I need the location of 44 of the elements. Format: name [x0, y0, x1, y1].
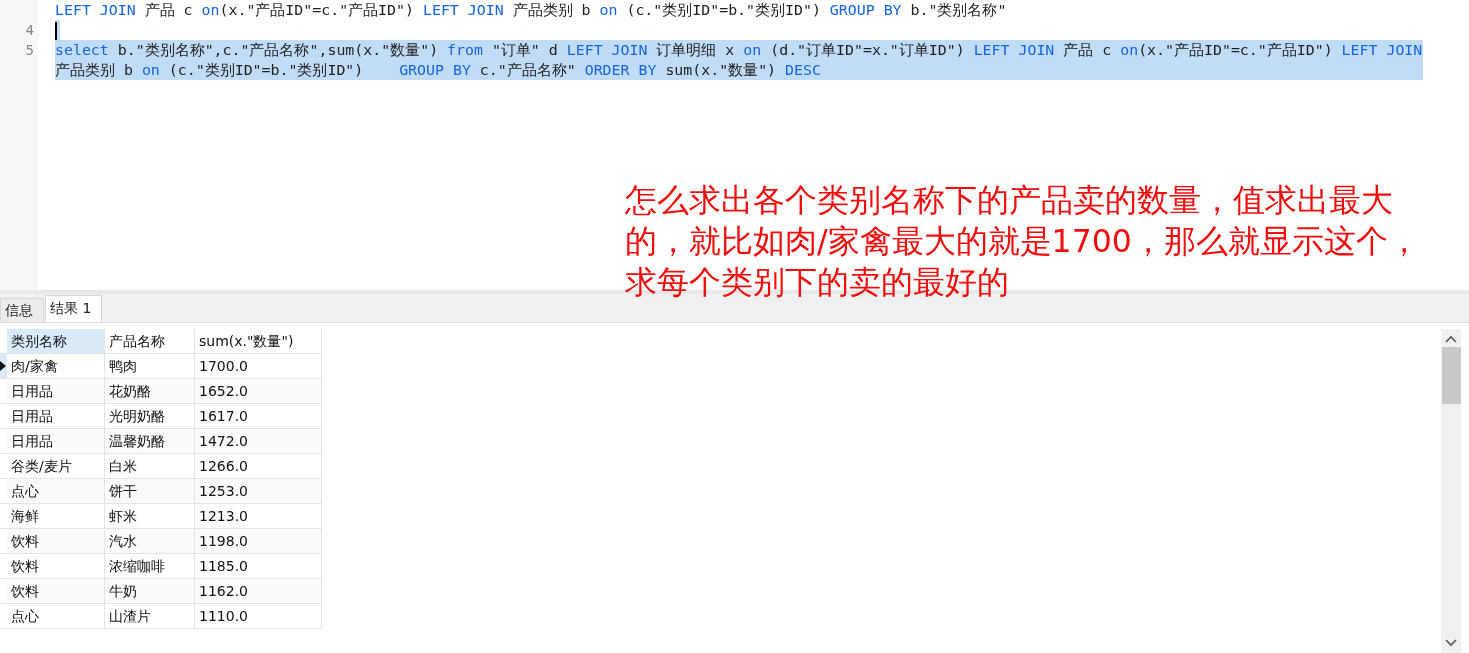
table-cell: 温馨奶酪 [105, 429, 195, 454]
table-cell: 光明奶酪 [105, 404, 195, 429]
line-number: 4 [24, 21, 35, 40]
table-cell: 汽水 [105, 529, 195, 554]
table-cell: 饼干 [105, 479, 195, 504]
result-tab[interactable]: 信息 [0, 298, 44, 322]
table-cell: 海鲜 [7, 504, 105, 529]
table-cell: 白米 [105, 454, 195, 479]
table-cell: 虾米 [105, 504, 195, 529]
table-cell: 饮料 [7, 554, 105, 579]
table-cell: 谷类/麦片 [7, 454, 105, 479]
table-cell: 1472.0 [195, 429, 322, 454]
table-cell: 1110.0 [195, 604, 322, 629]
code-line: LEFT JOIN 产品 c on(x."产品ID"=c."产品ID") LEFT JOIN 产品类别 b on (c."类别ID"=b."类别ID") GROUP BY b."类别名称" [55, 0, 1008, 20]
table-cell: 山渣片 [105, 604, 195, 629]
table-cell: 1253.0 [195, 479, 322, 504]
column-header[interactable]: 类别名称 [7, 329, 105, 354]
table-cell: 日用品 [7, 429, 105, 454]
table-cell: 1198.0 [195, 529, 322, 554]
table-cell: 1617.0 [195, 404, 322, 429]
result-tab[interactable]: 结果 1 [45, 295, 103, 322]
table-cell: 点心 [7, 604, 105, 629]
column-header[interactable]: sum(x."数量") [195, 329, 322, 354]
table-cell: 点心 [7, 479, 105, 504]
scroll-thumb[interactable] [1441, 347, 1461, 404]
table-cell: 1652.0 [195, 379, 322, 404]
table-cell: 花奶酪 [105, 379, 195, 404]
table-cell: 牛奶 [105, 579, 195, 604]
table-cell: 鸭肉 [105, 354, 195, 379]
table-cell: 浓缩咖啡 [105, 554, 195, 579]
table-cell: 1213.0 [195, 504, 322, 529]
table-cell: 饮料 [7, 529, 105, 554]
table-cell: 饮料 [7, 579, 105, 604]
vertical-scrollbar[interactable] [1441, 329, 1461, 653]
table-cell: 1266.0 [195, 454, 322, 479]
table-cell: 日用品 [7, 404, 105, 429]
line-number: 5 [24, 41, 35, 60]
table-cell: 1700.0 [195, 354, 322, 379]
column-header[interactable]: 产品名称 [105, 329, 195, 354]
table-cell: 肉/家禽 [7, 354, 105, 379]
table-cell: 日用品 [7, 379, 105, 404]
table-cell: 1185.0 [195, 554, 322, 579]
annotation-text: 怎么求出各个类别名称下的产品卖的数量，值求出最大的，就比如肉/家禽最大的就是1700，那么就显示这个，求每个类别下的卖的最好的 [625, 181, 1421, 302]
table-cell: 1162.0 [195, 579, 322, 604]
